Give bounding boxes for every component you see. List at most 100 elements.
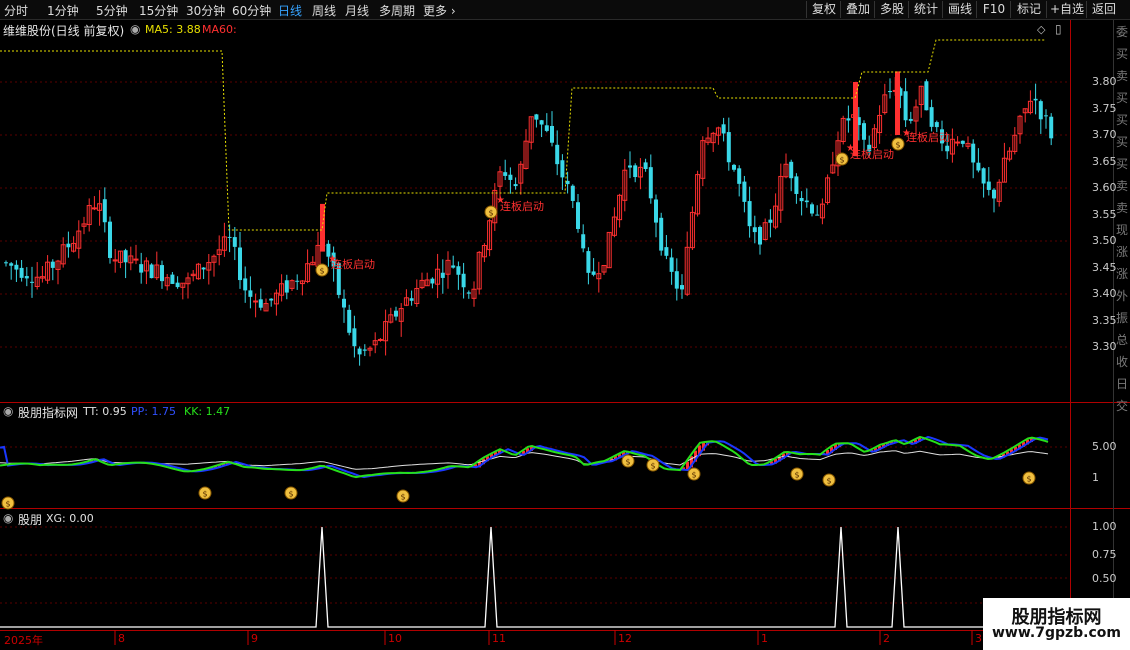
y-tick: 1 bbox=[1092, 471, 1099, 484]
candle-body bbox=[544, 125, 549, 131]
candle-body bbox=[4, 262, 8, 264]
candle-body bbox=[581, 234, 586, 249]
dropdown-circle-icon[interactable]: ◉ bbox=[130, 22, 140, 36]
quote-info-char: 买 bbox=[1116, 157, 1129, 171]
dropdown-circle-icon[interactable]: ◉ bbox=[3, 404, 13, 418]
candle-body bbox=[648, 167, 653, 199]
candle-body bbox=[895, 71, 900, 135]
money-bag-icon: $ bbox=[646, 458, 660, 472]
y-tick: 3.50 bbox=[1092, 234, 1117, 247]
tt-value: TT: 0.95 bbox=[83, 405, 127, 418]
ma60-value: MA60: bbox=[202, 23, 237, 36]
candle-body bbox=[466, 292, 471, 294]
y-tick: 1.00 bbox=[1092, 520, 1117, 533]
money-bag-icon: $ bbox=[835, 152, 849, 166]
candle-body bbox=[513, 184, 518, 187]
candle-body bbox=[669, 257, 674, 272]
x-tick: 2 bbox=[883, 632, 890, 645]
x-tick: 1 bbox=[761, 632, 768, 645]
svg-text:$: $ bbox=[202, 490, 207, 499]
candle-body bbox=[238, 247, 242, 281]
candle-body bbox=[139, 264, 144, 273]
candle-body bbox=[794, 176, 799, 194]
watermark: 股朋指标网 www.7gpzb.com bbox=[983, 598, 1130, 650]
x-tick: 10 bbox=[388, 632, 402, 645]
money-bag-icon: $ bbox=[621, 454, 635, 468]
candle-body bbox=[726, 132, 731, 163]
candle-body bbox=[555, 144, 560, 165]
x-axis-ticks bbox=[114, 630, 973, 645]
annotation-label: 连板启动 bbox=[331, 258, 375, 271]
y-tick: 5.00 bbox=[1092, 440, 1117, 453]
candle-body bbox=[934, 122, 939, 128]
candle-body bbox=[799, 197, 804, 202]
quote-info-char: 收 bbox=[1116, 355, 1129, 369]
candle-body bbox=[721, 124, 726, 134]
candle-body bbox=[1049, 116, 1054, 139]
candle-body bbox=[258, 299, 263, 308]
candle-body bbox=[955, 141, 961, 144]
quote-info-char: 外 bbox=[1116, 289, 1129, 303]
quote-info-char: 交 bbox=[1116, 399, 1129, 413]
candle-body bbox=[362, 349, 367, 351]
svg-text:$: $ bbox=[5, 500, 10, 509]
window-icon[interactable]: ▯ bbox=[1055, 22, 1062, 36]
candle-body bbox=[352, 328, 357, 347]
candle-body bbox=[30, 281, 34, 283]
candle-body bbox=[752, 227, 757, 233]
money-bag-icon: $ bbox=[396, 489, 410, 503]
y-tick: 3.65 bbox=[1092, 155, 1117, 168]
pp-value: PP: 1.75 bbox=[131, 405, 176, 418]
candle-body bbox=[815, 214, 820, 216]
y-tick: 3.60 bbox=[1092, 181, 1117, 194]
quote-info-char: 涨 bbox=[1116, 267, 1129, 281]
candle-body bbox=[440, 272, 445, 278]
svg-text:$: $ bbox=[488, 209, 493, 218]
candle-body bbox=[243, 278, 248, 291]
x-tick: 2025年 bbox=[4, 634, 43, 647]
quote-info-char: 卖 bbox=[1116, 201, 1129, 215]
candle-body bbox=[170, 274, 175, 284]
candle-body bbox=[768, 219, 773, 223]
candle-body bbox=[654, 199, 658, 223]
y-tick: 3.30 bbox=[1092, 340, 1117, 353]
candle-body bbox=[160, 265, 164, 282]
candle-body bbox=[591, 271, 596, 275]
candle-body bbox=[903, 91, 908, 121]
candle-body bbox=[960, 140, 965, 144]
candle-body bbox=[789, 161, 794, 179]
candle-body bbox=[175, 282, 180, 288]
dropdown-circle-icon[interactable]: ◉ bbox=[3, 511, 13, 525]
candle-body bbox=[570, 185, 575, 201]
ma5-value: MA5: 3.88 bbox=[145, 23, 201, 36]
signal-markers: $$$$★★★★ bbox=[315, 128, 911, 277]
money-bag-icon: $ bbox=[198, 486, 212, 500]
candle-body bbox=[737, 168, 742, 184]
x-tick: 8 bbox=[118, 632, 125, 645]
money-bag-icon: $ bbox=[284, 486, 298, 500]
svg-text:$: $ bbox=[691, 471, 696, 480]
y-tick: 0.75 bbox=[1092, 548, 1117, 561]
candle-body bbox=[929, 107, 934, 127]
annotation-label: 连板启动 bbox=[500, 200, 544, 213]
candle-body bbox=[659, 217, 664, 251]
candle-body bbox=[732, 164, 736, 170]
candle-body bbox=[451, 265, 456, 268]
svg-text:$: $ bbox=[794, 471, 799, 480]
x-tick: 11 bbox=[492, 632, 506, 645]
candle-body bbox=[133, 258, 139, 261]
chart-canvas[interactable]: $$$$★★★★ $$ $ $$ $$ $$ $ bbox=[0, 0, 1130, 650]
candle-body bbox=[66, 243, 71, 248]
candle-body bbox=[347, 309, 352, 333]
quote-info-char: 卖 bbox=[1116, 179, 1129, 193]
money-bag-icon: $ bbox=[1, 496, 15, 510]
main-gridlines bbox=[0, 81, 1070, 604]
candle-body bbox=[747, 201, 752, 227]
quote-info-char: 现 bbox=[1116, 223, 1129, 237]
quote-info-char: 买 bbox=[1116, 47, 1129, 61]
diamond-icon[interactable]: ◇ bbox=[1037, 23, 1045, 36]
candle-body bbox=[102, 199, 107, 223]
candle-body bbox=[534, 114, 539, 120]
candle-body bbox=[758, 226, 762, 245]
candle-body bbox=[149, 264, 154, 279]
